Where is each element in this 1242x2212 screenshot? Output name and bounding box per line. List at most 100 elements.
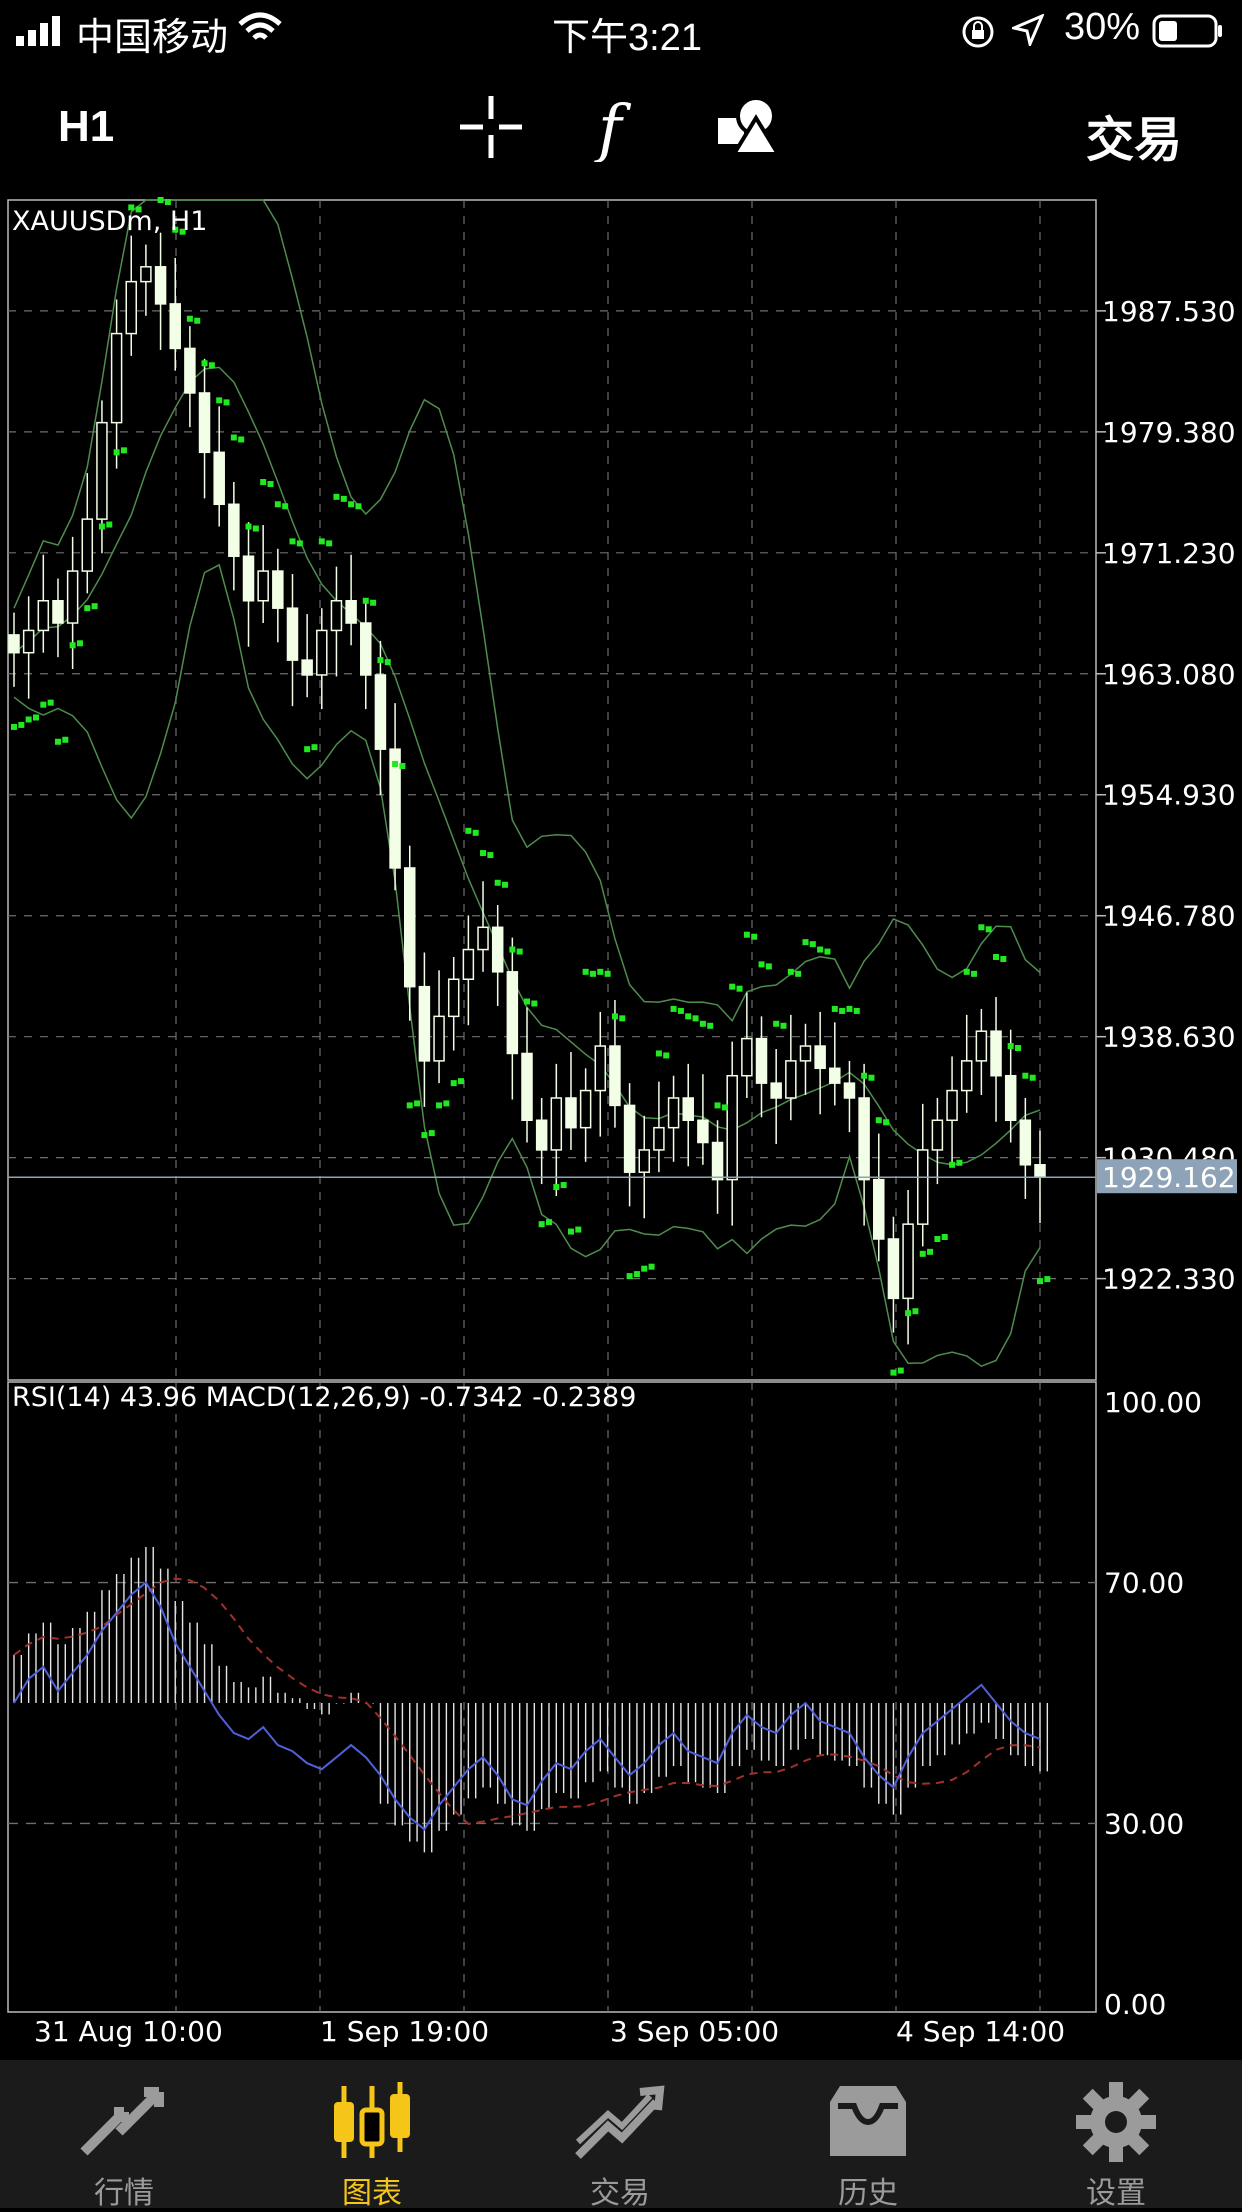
wifi-icon: [238, 12, 282, 40]
sar-dot: [963, 968, 970, 975]
sar-dot: [897, 1367, 904, 1374]
location-icon: [1012, 14, 1044, 46]
sar-dot: [509, 946, 516, 953]
quotes-icon: [80, 2087, 164, 2156]
candle-body: [66, 570, 79, 624]
battery-percent: 30%: [1064, 6, 1141, 48]
candle-body: [594, 1045, 607, 1092]
signal-icon: [16, 16, 60, 46]
tab-settings-label: 设置: [1086, 2177, 1146, 2210]
sar-dot: [905, 1310, 912, 1317]
sar-dot: [1015, 1045, 1022, 1052]
sar-dot: [1022, 1072, 1029, 1079]
sar-dot: [186, 315, 193, 322]
chart-area[interactable]: 1987.530 1979.380 1971.230 1963.080 1954.930…: [0, 192, 1242, 2060]
sar-dot: [765, 963, 772, 970]
trade-button[interactable]: 交易: [1086, 100, 1182, 170]
price-tick-label: 1971.230: [1102, 537, 1236, 570]
candle-body: [125, 280, 138, 335]
sar-dot: [956, 1159, 963, 1166]
sar-dot: [62, 736, 69, 743]
main-pane-frame: [7, 199, 1097, 1381]
candle-body: [521, 1052, 533, 1122]
tab-quotes[interactable]: 行情: [0, 2060, 248, 2210]
sar-dot: [780, 1022, 787, 1029]
tab-history[interactable]: 历史: [744, 2060, 992, 2210]
candle-body: [345, 600, 357, 624]
candle-body: [535, 1119, 548, 1151]
candle-body: [565, 1097, 577, 1129]
sar-dot: [443, 1100, 450, 1107]
candle-body: [1034, 1164, 1046, 1178]
sar-dot: [230, 434, 237, 441]
sar-dot: [98, 523, 105, 530]
candle-body: [829, 1067, 841, 1084]
objects-icon[interactable]: [712, 92, 782, 162]
sar-dot: [436, 1102, 443, 1109]
sar-dot: [238, 436, 245, 443]
candle-body: [403, 867, 416, 988]
sar-dot: [861, 1072, 868, 1079]
rsi-tick-label: 70.00: [1104, 1567, 1184, 1600]
candle-body: [916, 1149, 929, 1225]
sar-dot: [465, 827, 472, 834]
sar-dot: [69, 642, 76, 649]
band-lower-line: [13, 563, 1041, 1368]
candle-body: [931, 1119, 944, 1151]
sar-dot: [560, 1182, 567, 1189]
candle-body: [198, 392, 211, 454]
sar-dot: [729, 983, 736, 990]
sar-dot: [348, 501, 355, 508]
sar-dot: [714, 1102, 721, 1109]
band-upper-line: [13, 199, 1041, 1022]
candle-body: [8, 634, 20, 654]
timeframe-button[interactable]: H1: [58, 102, 114, 152]
candle-body: [770, 1082, 782, 1099]
price-chart[interactable]: 1987.530 1979.380 1971.230 1963.080 1954.930…: [0, 192, 1242, 2060]
sar-dot: [421, 1132, 428, 1139]
sar-dot: [567, 1228, 574, 1235]
sar-dot: [1007, 1043, 1014, 1050]
sar-dot: [502, 881, 509, 888]
sar-dot: [604, 970, 611, 977]
sar-dot: [831, 1005, 838, 1012]
sar-dot: [157, 197, 164, 203]
sar-dot: [670, 1005, 677, 1012]
sar-dot: [355, 503, 362, 510]
sar-dot: [663, 1052, 670, 1059]
candle-body: [638, 1149, 651, 1173]
sar-dot: [773, 1020, 780, 1027]
price-tick-label: 1946.780: [1102, 900, 1236, 933]
sar-dot: [677, 1007, 684, 1014]
sar-dot: [406, 1102, 413, 1109]
function-icon[interactable]: f: [584, 92, 654, 162]
sar-dot: [113, 449, 120, 456]
sar-dot: [809, 941, 816, 948]
candle-body: [726, 1074, 738, 1181]
sar-dot: [84, 605, 91, 612]
sar-dot: [274, 501, 281, 508]
candle-body: [785, 1060, 797, 1099]
sar-dot: [311, 744, 318, 751]
price-tick-label: 1987.530: [1102, 295, 1236, 328]
sar-dot: [589, 970, 596, 977]
candle-body: [257, 570, 269, 602]
sar-dot: [11, 723, 17, 730]
candle-body: [858, 1097, 870, 1181]
tab-trade[interactable]: 交易: [496, 2060, 744, 2210]
candle-body: [272, 570, 284, 609]
sar-dot: [1044, 1276, 1051, 1283]
tab-chart[interactable]: 图表: [248, 2060, 496, 2210]
tab-settings[interactable]: 设置: [992, 2060, 1240, 2210]
indicator-label: RSI(14) 43.96 MACD(12,26,9) -0.7342 -0.2…: [12, 1382, 636, 1413]
candle-body: [491, 926, 504, 973]
sar-dot: [993, 953, 1000, 960]
candle-body: [623, 1104, 636, 1173]
sar-dot: [743, 931, 750, 938]
candle-body: [609, 1045, 621, 1107]
sar-dot: [802, 939, 809, 946]
candle-body: [697, 1119, 709, 1144]
sar-dot: [487, 852, 494, 859]
history-icon: [830, 2086, 906, 2156]
crosshair-icon[interactable]: [456, 92, 526, 162]
